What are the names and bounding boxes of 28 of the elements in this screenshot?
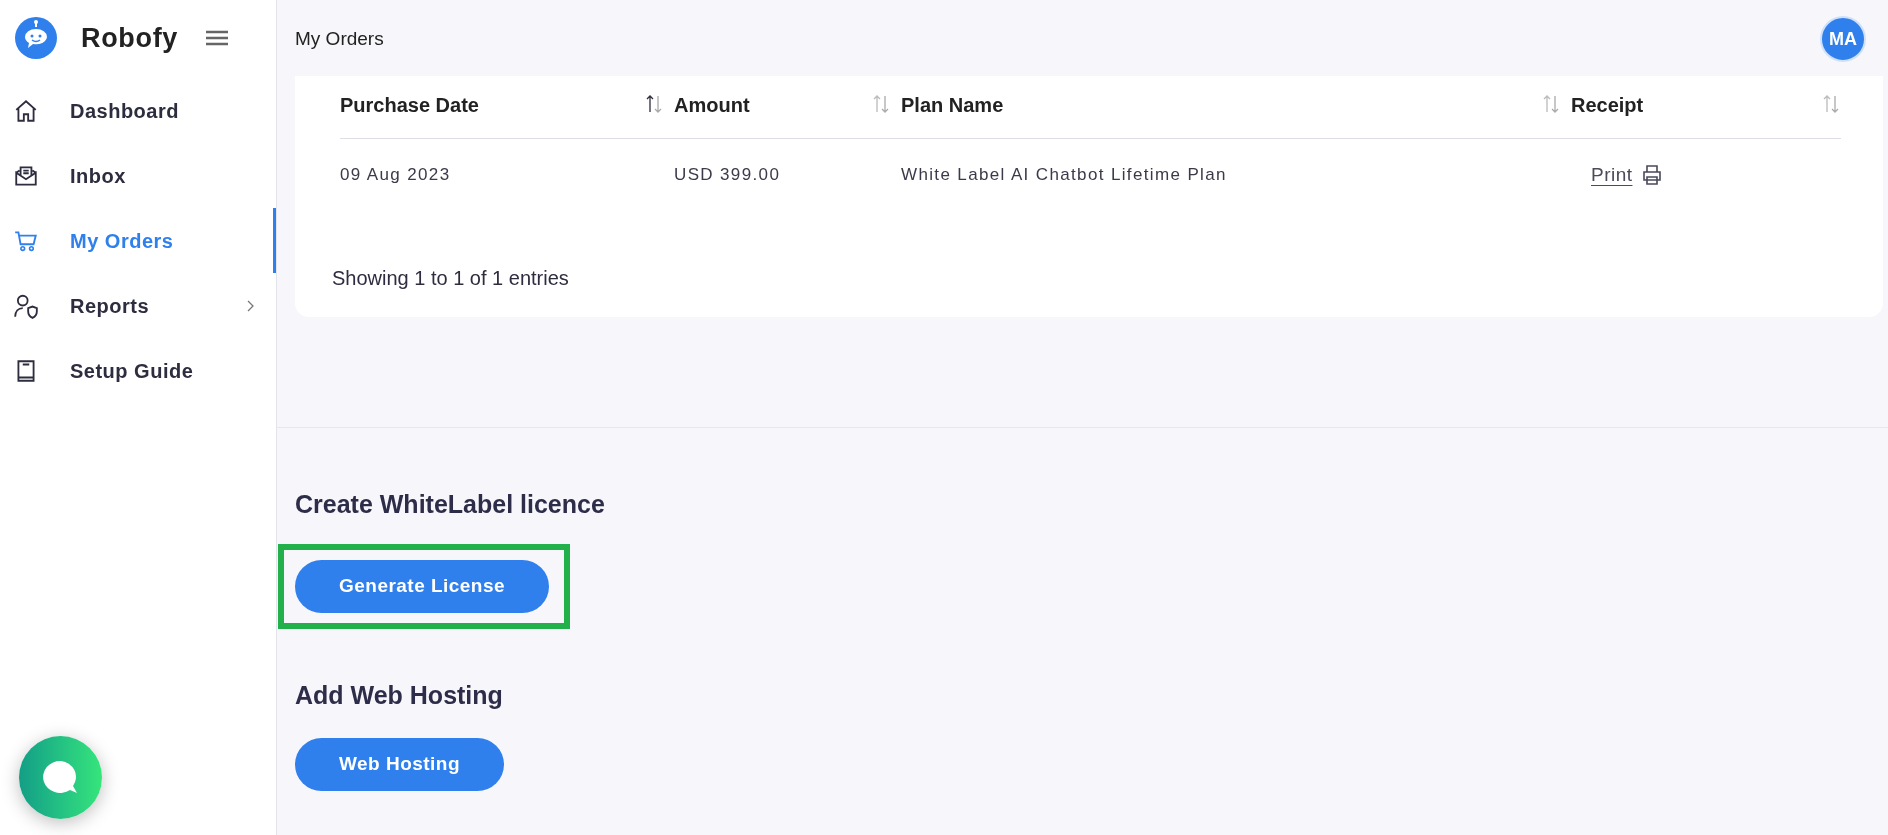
column-header[interactable]: Purchase Date — [340, 90, 674, 120]
column-header[interactable]: Receipt — [1571, 90, 1839, 120]
table-cell-text: White Label AI Chatbot Lifetime Plan — [901, 164, 1228, 187]
sidebar-item[interactable]: Inbox — [0, 143, 276, 208]
chat-bubble-button[interactable] — [19, 736, 102, 819]
section-heading: Add Web Hosting — [295, 679, 503, 711]
section-heading: Create WhiteLabel licence — [295, 489, 605, 520]
table-cell-text: 09 Aug 2023 — [340, 164, 452, 187]
column-header[interactable]: Plan Name — [901, 90, 1571, 120]
home-icon — [13, 97, 39, 124]
action-button[interactable]: Generate License — [295, 559, 549, 613]
sidebar-item[interactable]: Reports — [0, 273, 276, 338]
table-cell-text: USD 399.00 — [674, 164, 782, 187]
user-shield-icon — [13, 292, 39, 319]
page-title: My Orders — [295, 26, 384, 51]
sort-icon[interactable] — [646, 94, 662, 114]
sidebar-item[interactable]: Dashboard — [0, 78, 276, 143]
column-header[interactable]: Amount — [674, 90, 901, 120]
user-avatar[interactable]: MA — [1820, 16, 1866, 62]
entries-info: Showing 1 to 1 of 1 entries — [332, 266, 570, 291]
printer-icon — [1641, 164, 1664, 186]
action-button[interactable]: Web Hosting — [295, 738, 504, 791]
brand-name: Robofy — [81, 21, 179, 55]
sidebar-item[interactable]: My Orders — [0, 208, 276, 273]
robot-logo-icon — [14, 16, 58, 60]
print-link[interactable]: Print — [1591, 160, 1664, 190]
menu-icon[interactable] — [206, 30, 229, 46]
sidebar-item[interactable]: Setup Guide — [0, 338, 276, 403]
